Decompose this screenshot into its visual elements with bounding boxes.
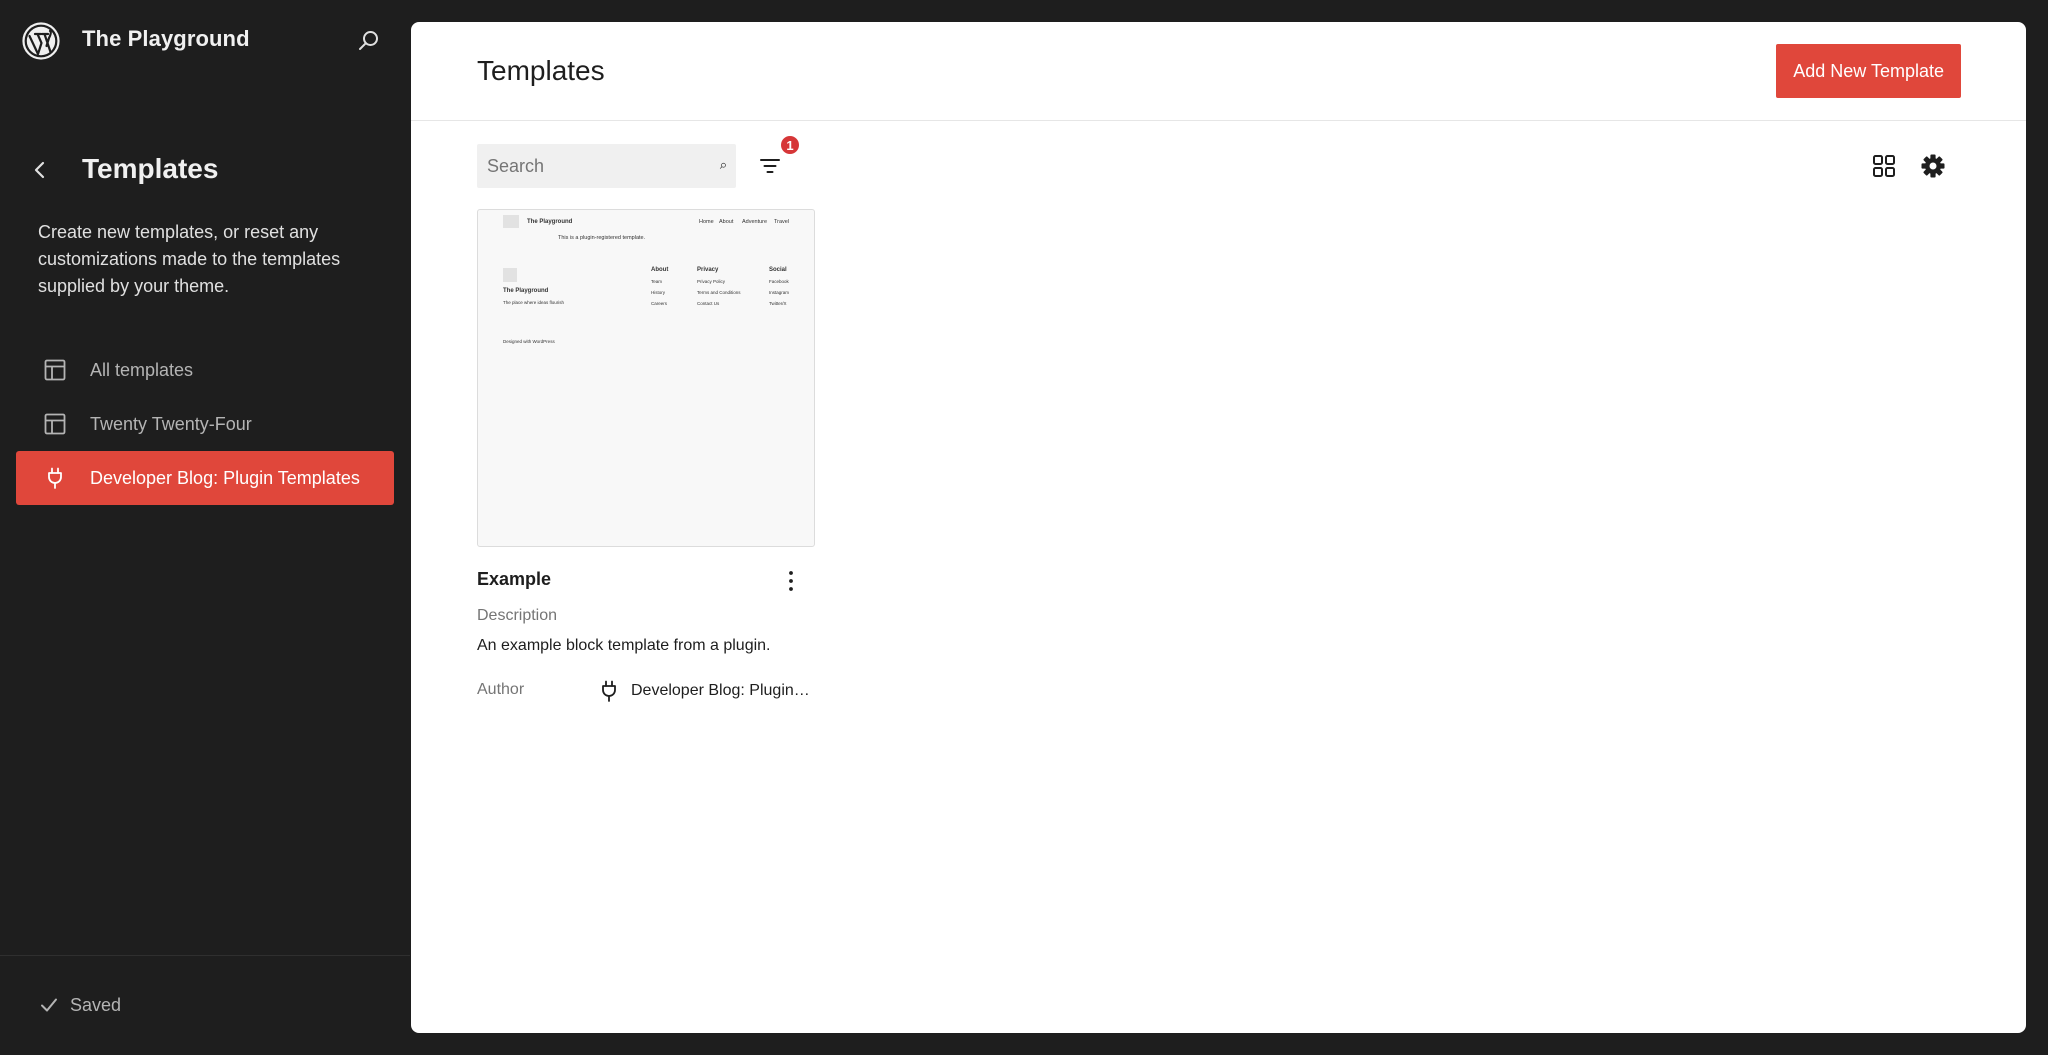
sidebar-item-label: Developer Blog: Plugin Templates	[90, 467, 360, 488]
chevron-left-icon[interactable]	[28, 158, 52, 182]
wordpress-logo-icon[interactable]	[22, 22, 60, 60]
add-new-template-button[interactable]: Add New Template	[1776, 44, 1961, 98]
preview-col-link: Instagram	[769, 290, 790, 295]
filter-count-badge: 1	[779, 134, 801, 156]
preview-col-link: Privacy Policy	[697, 279, 726, 284]
template-card: The Playground Home About Adventure Trav…	[477, 209, 815, 705]
preview-footer-tagline: The place where ideas flourish	[503, 300, 565, 305]
card-title-row: Example	[477, 569, 815, 595]
description-value: An example block template from a plugin.	[477, 637, 771, 654]
description-label: Description	[477, 607, 558, 624]
preview-footer-logo	[503, 268, 517, 282]
main-header: Templates Add New Template	[411, 22, 2026, 121]
preview-col-link: Team	[651, 279, 663, 284]
preview-col-link: History	[651, 290, 666, 295]
preview-col-link: Twitter/X	[769, 301, 787, 306]
sidebar-description: Create new templates, or reset any custo…	[38, 222, 341, 296]
preview-col-link: Terms and Conditions	[697, 290, 741, 295]
preview-logo	[503, 215, 519, 228]
save-status-label: Saved	[70, 994, 122, 1015]
grid-view-icon[interactable]	[1871, 153, 1897, 179]
preview-col-link: Facebook	[769, 279, 789, 284]
layout-icon	[42, 357, 68, 383]
preview-nav-item: Travel	[774, 219, 790, 225]
author-label: Author	[477, 681, 525, 698]
plug-icon	[602, 680, 616, 702]
more-vertical-icon[interactable]	[779, 568, 803, 594]
templates-nav: All templates Twenty Twenty-Four Develop…	[16, 343, 394, 505]
author-name: Developer Blog: Plugin Templates	[631, 682, 811, 699]
preview-col-heading: About	[651, 267, 669, 273]
check-icon	[41, 998, 57, 1012]
page-title: Templates	[477, 55, 605, 86]
preview-nav-item: Adventure	[742, 219, 768, 225]
sidebar-item-twenty-twenty-four[interactable]: Twenty Twenty-Four	[16, 397, 394, 451]
search-box	[477, 144, 736, 188]
sidebar-item-developer-blog-plugin-templates[interactable]: Developer Blog: Plugin Templates	[16, 451, 394, 505]
site-title[interactable]: The Playground	[82, 26, 250, 52]
preview-credit: Designed with WordPress	[503, 339, 555, 344]
search-input[interactable]	[477, 144, 719, 188]
main-panel: Templates Add New Template 1	[411, 22, 2026, 1033]
filter-icon[interactable]	[757, 153, 783, 179]
layout-icon	[42, 411, 68, 437]
sidebar-item-label: Twenty Twenty-Four	[90, 413, 252, 434]
preview-col-link: Careers	[651, 301, 668, 306]
preview-col-link: Contact Us	[697, 301, 720, 306]
preview-footer-title: The Playground	[503, 288, 549, 294]
preview-nav-item: About	[719, 219, 734, 225]
sidebar-item-label: All templates	[90, 359, 194, 380]
preview-banner-text: This is a plugin-registered template.	[558, 235, 646, 241]
search-icon[interactable]	[719, 153, 727, 179]
preview-site-title: The Playground	[527, 219, 573, 225]
search-icon[interactable]	[356, 28, 382, 54]
gear-icon[interactable]	[1919, 152, 1947, 180]
plug-icon	[42, 465, 68, 491]
toolbar: 1	[477, 134, 1961, 188]
sidebar-item-all-templates[interactable]: All templates	[16, 343, 394, 397]
preview-nav-item: Home	[699, 219, 714, 225]
save-status: Saved	[38, 994, 121, 1016]
sidebar: The Playground Templates Create new temp…	[0, 0, 410, 1055]
preview-col-heading: Social	[769, 267, 787, 273]
sidebar-heading: Templates	[82, 153, 219, 184]
author-value: Developer Blog: Plugin Templates	[597, 679, 817, 703]
template-title[interactable]: Example	[477, 569, 815, 590]
sidebar-divider	[0, 955, 410, 956]
template-preview[interactable]: The Playground Home About Adventure Trav…	[477, 209, 815, 547]
author-row: Author Developer Blog: Plugin Templates	[477, 679, 815, 705]
preview-col-heading: Privacy	[697, 267, 719, 273]
